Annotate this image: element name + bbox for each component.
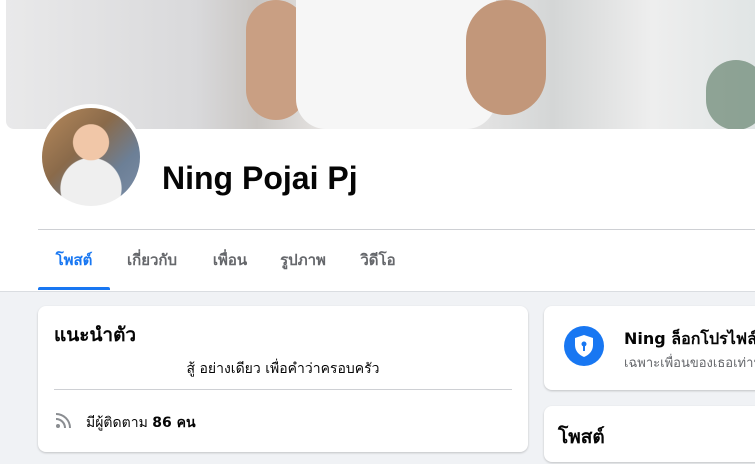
followers-prefix: มีผู้ติดตาม <box>86 415 153 431</box>
profile-name: Ning Pojai Pj <box>162 160 358 196</box>
rss-icon <box>55 413 71 429</box>
profile-avatar[interactable] <box>38 104 144 210</box>
posts-card: โพสต์ <box>544 406 755 462</box>
followers-text: มีผู้ติดตาม 86 คน <box>86 412 196 434</box>
intro-bio: สู้ อย่างเดียว เพื่อคำว่าครอบครัว <box>186 361 380 377</box>
locked-profile-card: Ning ล็อกโปรไฟล์ เฉพาะเพื่อนของเธอเท่านั… <box>544 306 755 390</box>
tab-friends[interactable]: เพื่อน <box>202 231 258 289</box>
cover-photo[interactable] <box>6 0 755 129</box>
tab-photos[interactable]: รูปภาพ <box>274 231 332 289</box>
tab-videos[interactable]: วิดีโอ <box>350 231 406 289</box>
locked-profile-subtitle: เฉพาะเพื่อนของเธอเท่านั้น <box>624 356 755 371</box>
intro-divider <box>54 389 512 390</box>
cover-photo-detail <box>706 60 755 129</box>
intro-title: แนะนำตัว <box>54 324 137 346</box>
intro-card: แนะนำตัว สู้ อย่างเดียว เพื่อคำว่าครอบคร… <box>38 306 528 452</box>
tab-posts[interactable]: โพสต์ <box>38 231 110 290</box>
header-divider <box>38 229 755 230</box>
followers-count: 86 คน <box>152 415 196 431</box>
posts-title: โพสต์ <box>558 426 605 448</box>
shield-lock-icon <box>564 326 604 366</box>
cover-photo-detail <box>466 0 546 115</box>
avatar-image <box>42 108 140 206</box>
locked-profile-title: Ning ล็อกโปรไฟล์ <box>624 329 755 348</box>
tab-about[interactable]: เกี่ยวกับ <box>114 231 190 289</box>
